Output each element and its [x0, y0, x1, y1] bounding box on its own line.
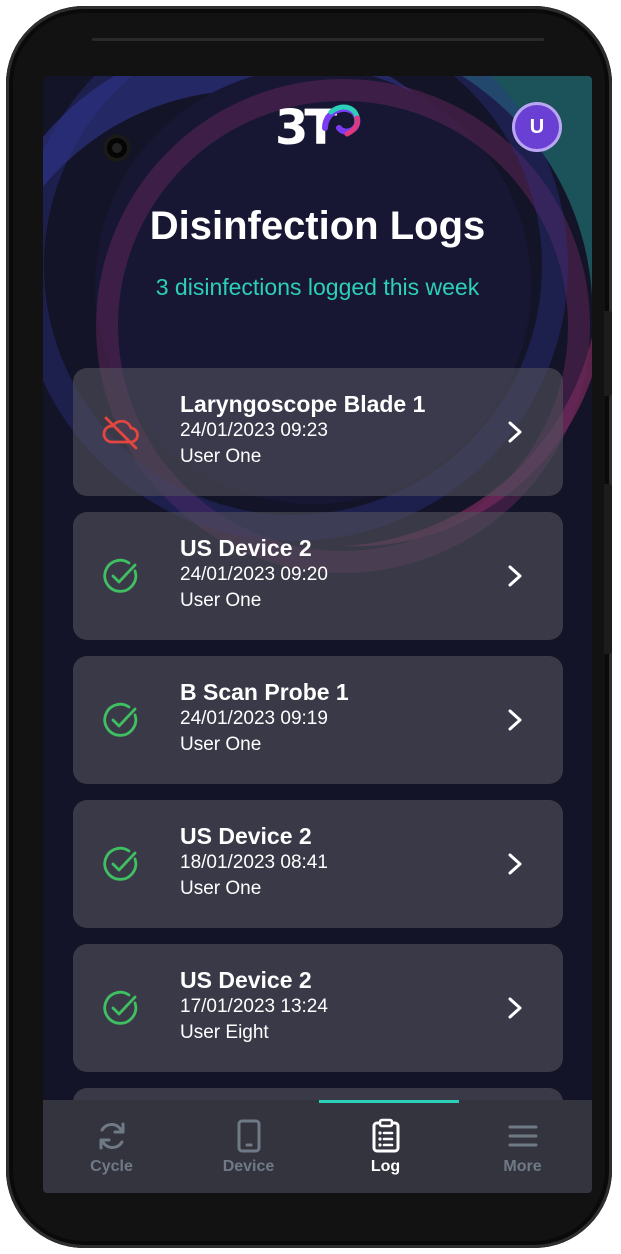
refresh-icon	[99, 1122, 124, 1150]
nav-label: Cycle	[90, 1158, 133, 1175]
log-device-name: US Device 2	[180, 967, 312, 993]
active-tab-indicator	[319, 1100, 459, 1103]
log-user: User One	[180, 590, 262, 611]
chevron-right-icon	[508, 853, 522, 875]
log-card[interactable]: US Device 2 18/01/2023 08:41 User One	[73, 800, 563, 928]
chevron-right-icon	[508, 709, 522, 731]
nav-tab-cycle[interactable]: Cycle	[43, 1114, 180, 1190]
cloud-off-icon	[102, 416, 139, 450]
log-user: User One	[180, 878, 262, 899]
chevron-right-icon	[508, 997, 522, 1019]
check-circle-icon	[103, 702, 138, 737]
power-button	[604, 484, 612, 654]
chevron-right-icon	[508, 565, 522, 587]
log-device-name: Laryngoscope Blade 1	[180, 391, 426, 417]
volume-button	[604, 311, 612, 396]
log-datetime: 18/01/2023 08:41	[180, 852, 328, 873]
page-title: Disinfection Logs	[149, 204, 486, 248]
log-datetime: 24/01/2023 09:20	[180, 564, 328, 585]
check-circle-icon	[103, 846, 138, 881]
logo-swirl-icon	[322, 104, 361, 137]
user-avatar[interactable]: U	[512, 102, 562, 152]
check-circle-icon	[103, 990, 138, 1025]
check-circle-icon	[103, 558, 138, 593]
log-device-name: US Device 2	[180, 823, 312, 849]
log-card[interactable]: US Device 2 17/01/2023 13:24 User Eight	[73, 944, 563, 1072]
log-user: User One	[180, 446, 262, 467]
log-card[interactable]: Laryngoscope Blade 1 24/01/2023 09:23 Us…	[73, 368, 563, 496]
tablet-icon	[237, 1119, 260, 1153]
nav-tab-device[interactable]: Device	[180, 1114, 317, 1190]
menu-icon	[508, 1125, 537, 1147]
nav-tab-log[interactable]: Log	[317, 1114, 454, 1190]
page-subtitle: 3 disinfections logged this week	[155, 274, 480, 300]
nav-label: More	[503, 1158, 542, 1175]
nav-label: Device	[222, 1158, 275, 1175]
app-logo: 3T	[275, 98, 365, 160]
nav-tab-more[interactable]: More	[454, 1114, 591, 1190]
log-device-name: US Device 2	[180, 535, 312, 561]
log-list: Laryngoscope Blade 1 24/01/2023 09:23 Us…	[73, 368, 563, 1193]
log-datetime: 24/01/2023 09:23	[180, 420, 328, 441]
log-card[interactable]: US Device 2 24/01/2023 09:20 User One	[73, 512, 563, 640]
app-screen: 3T U Disinfection Logs 3 disinfections l…	[43, 76, 592, 1193]
bottom-navigation: Cycle Device Log More	[43, 1100, 592, 1193]
log-user: User One	[180, 734, 262, 755]
earpiece-speaker	[92, 38, 544, 41]
front-camera	[103, 134, 131, 162]
nav-label: Log	[370, 1158, 401, 1175]
clipboard-list-icon	[372, 1118, 399, 1153]
top-bar: 3T U	[43, 76, 592, 186]
phone-frame: 3T U Disinfection Logs 3 disinfections l…	[6, 6, 612, 1248]
log-datetime: 24/01/2023 09:19	[180, 708, 328, 729]
log-device-name: B Scan Probe 1	[180, 679, 349, 705]
log-user: User Eight	[180, 1022, 269, 1043]
log-datetime: 17/01/2023 13:24	[180, 996, 328, 1017]
log-card[interactable]: B Scan Probe 1 24/01/2023 09:19 User One	[73, 656, 563, 784]
chevron-right-icon	[508, 421, 522, 443]
